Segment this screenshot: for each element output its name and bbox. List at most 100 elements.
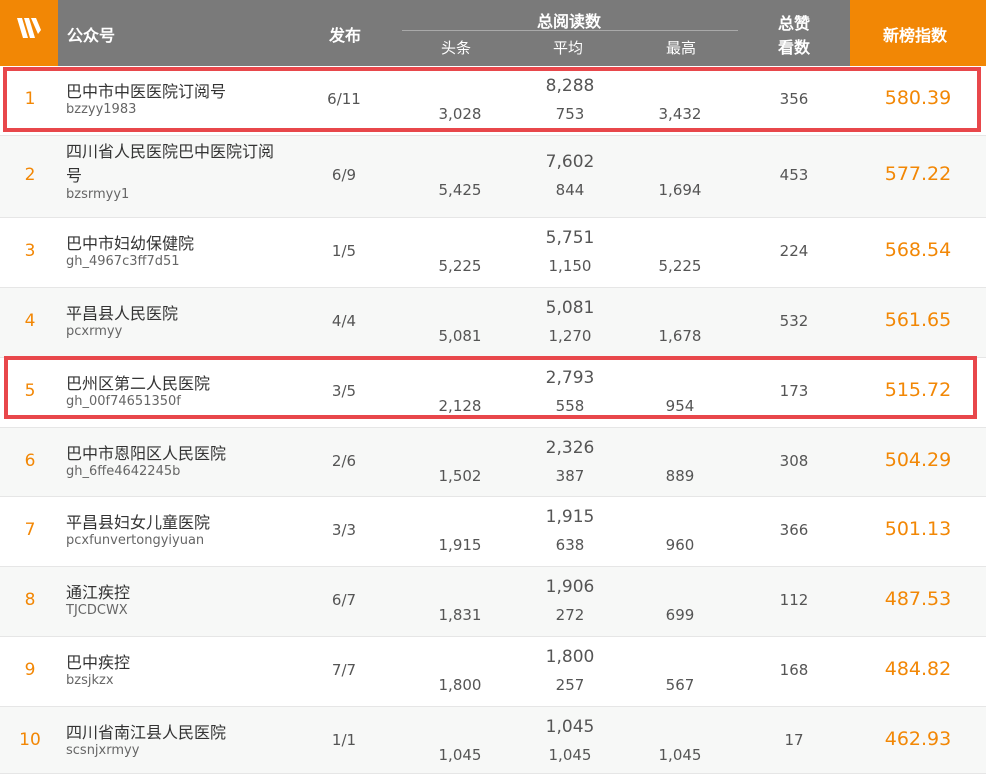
account-name[interactable]: 巴中市恩阳区人民医院 [66,440,226,464]
total-reads: 5,751 [545,228,595,248]
table-row[interactable]: 4 平昌县人民医院 pcxrmyy 4/4 5,081 5,081 1,270 1,678 53… [0,288,986,358]
total-reads: 7,602 [545,152,595,172]
total-likes: 453 [779,166,809,184]
index-score: 561.65 [884,309,952,331]
table-row[interactable]: 10 四川省南江县人民医院 scsnjxrmyy 1/1 1,045 1,045 1,045… [0,707,986,774]
index-score: 577.22 [884,163,952,185]
headline-reads: 1,045 [438,746,482,764]
headline-reads: 1,800 [438,676,482,694]
table-row[interactable]: 3 巴中市妇幼保健院 gh_4967c3ff7d51 1/5 5,751 5,225 1,1… [0,218,986,288]
headline-reads: 5,425 [438,181,482,199]
table-header: 公众号 发布 总阅读数 头条 平均 最高 总赞 看数 新榜指数 [0,0,986,66]
average-reads: 558 [555,397,585,415]
total-likes: 308 [779,452,809,470]
publish-count: 7/7 [331,661,357,679]
total-likes: 168 [779,661,809,679]
table-row[interactable]: 1 巴中市中医医院订阅号 bzzyy1983 6/11 8,288 3,028 753 3,4… [0,66,986,136]
account-id: bzsrmyy1 [66,187,130,202]
average-reads: 1,045 [548,746,592,764]
header-highest: 最高 [666,39,697,57]
publish-count: 1/1 [331,731,357,749]
rank-cell: 10 [19,730,41,750]
header-likes-line2: 看数 [778,38,811,57]
total-likes: 532 [779,312,809,330]
account-name[interactable]: 平昌县人民医院 [66,300,178,324]
account-id: gh_00f74651350f [66,394,181,409]
account-name[interactable]: 巴中疾控 [66,649,130,673]
average-reads: 387 [555,467,585,485]
table-row[interactable]: 6 巴中市恩阳区人民医院 gh_6ffe4642245b 2/6 2,326 1,502 3… [0,428,986,497]
header-divider [402,30,738,31]
headline-reads: 1,915 [438,536,482,554]
account-name[interactable]: 巴中市妇幼保健院 [66,230,194,254]
header-account: 公众号 [67,26,116,45]
logo-cell [0,0,58,66]
highest-reads: 1,694 [658,181,702,199]
account-name[interactable]: 巴州区第二人民医院 [66,370,210,394]
publish-count: 1/5 [331,242,357,260]
total-reads: 2,326 [545,438,595,458]
index-score: 504.29 [884,449,952,471]
total-reads: 1,800 [545,647,595,667]
account-id: bzsjkzx [66,673,114,688]
account-name-line2[interactable]: 号 [66,162,82,186]
highest-reads: 699 [665,606,695,624]
header-total-reads: 总阅读数 [537,12,602,31]
header-index: 新榜指数 [883,26,948,45]
index-score: 462.93 [884,728,952,750]
account-name[interactable]: 平昌县妇女儿童医院 [66,509,210,533]
rank-cell: 1 [24,89,36,109]
account-name[interactable]: 四川省南江县人民医院 [66,719,226,743]
rank-cell: 3 [24,241,36,261]
index-score: 580.39 [884,87,952,109]
total-reads: 1,906 [545,577,595,597]
total-reads: 1,045 [545,717,595,737]
headline-reads: 1,831 [438,606,482,624]
index-header-cell: 新榜指数 [850,0,986,66]
highest-reads: 889 [665,467,695,485]
highest-reads: 3,432 [658,105,702,123]
table-row[interactable]: 7 平昌县妇女儿童医院 pcxfunvertongyiyuan 3/3 1,915 1,9… [0,497,986,567]
header-average: 平均 [553,39,584,57]
headline-reads: 3,028 [438,105,482,123]
table-row[interactable]: 8 通江疾控 TJCDCWX 6/7 1,906 1,831 272 699 112 487.53 [0,567,986,637]
account-id: gh_6ffe4642245b [66,464,181,479]
account-id: pcxrmyy [66,324,123,339]
rank-cell: 9 [24,660,36,680]
publish-count: 6/11 [327,90,361,108]
total-reads: 2,793 [545,368,595,388]
headline-reads: 1,502 [438,467,482,485]
table-row[interactable]: 9 巴中疾控 bzsjkzx 7/7 1,800 1,800 257 567 168 484.82 [0,637,986,707]
account-name[interactable]: 通江疾控 [66,579,130,603]
total-reads: 8,288 [545,76,595,96]
index-score: 568.54 [884,239,952,261]
header-publish: 发布 [329,26,362,45]
account-id: pcxfunvertongyiyuan [66,533,205,548]
headline-reads: 2,128 [438,397,482,415]
table-row[interactable]: 5 巴州区第二人民医院 gh_00f74651350f 3/5 2,793 2,128 55… [0,358,986,428]
headline-reads: 5,225 [438,257,482,275]
publish-count: 2/6 [331,452,357,470]
newrank-logo-icon [17,18,41,38]
header-likes-line1: 总赞 [778,14,811,33]
total-likes: 356 [779,90,809,108]
index-score: 501.13 [884,518,952,540]
average-reads: 753 [555,105,585,123]
rank-cell: 8 [24,590,36,610]
account-name[interactable]: 巴中市中医医院订阅号 [66,78,226,102]
highest-reads: 1,045 [658,746,702,764]
highest-reads: 960 [665,536,695,554]
account-id: scsnjxrmyy [66,743,140,758]
average-reads: 638 [555,536,585,554]
publish-count: 3/5 [331,382,357,400]
table-row[interactable]: 2 四川省人民医院巴中医院订阅 bzsrmyy1 6/9 7,602 5,425 844 1,… [0,136,986,218]
account-name[interactable]: 四川省人民医院巴中医院订阅 [66,141,274,162]
publish-count: 6/9 [331,166,357,184]
total-likes: 366 [779,521,809,539]
rank-cell: 6 [24,451,36,471]
total-reads: 1,915 [545,507,595,527]
index-score: 484.82 [884,658,952,680]
highest-reads: 954 [665,397,695,415]
total-reads: 5,081 [545,298,595,318]
publish-count: 6/7 [331,591,357,609]
